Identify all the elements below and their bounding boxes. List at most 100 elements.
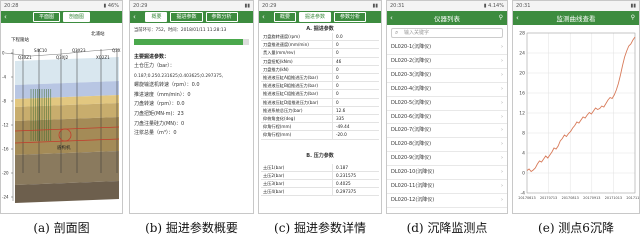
y-tick-label: 20: [519, 71, 525, 77]
list-item[interactable]: DL020-10(沉降仪) ›: [387, 166, 507, 181]
table-row: 土压2(bar) 0.231575: [261, 171, 379, 181]
back-icon[interactable]: ‹: [4, 11, 7, 23]
depth-tick-label: -20: [2, 171, 9, 176]
param-name: 土压2(bar): [261, 171, 333, 180]
back-icon[interactable]: ‹: [516, 12, 519, 24]
settlement-chart: 2824201612840-420170613 20170713 20170813 2…: [518, 31, 639, 201]
param-row: 推进速度（mm/min）：0: [134, 91, 191, 98]
progress-fill: [134, 39, 244, 45]
soil-layer: [15, 151, 119, 185]
param-list: 土仓压力（bar）： 0.187;0.250.231625;0.403625;0.…: [130, 62, 253, 139]
param-value: 0: [336, 66, 339, 72]
param-name: 贯入量(mm/rev): [261, 49, 333, 57]
list-item[interactable]: DL020-3(沉降仪) ›: [387, 69, 507, 83]
borehole-label: Q3X: [112, 48, 121, 53]
depth-tick-label: -24: [2, 195, 9, 200]
list-item[interactable]: DL020-5(沉降仪) ›: [387, 97, 507, 111]
instrument-name: DL020-11(沉降仪): [391, 183, 435, 190]
status-signal-icon: ▮▮: [372, 3, 378, 9]
param-name: 仰角行程(mm): [261, 123, 333, 131]
param-value: 0: [336, 83, 339, 89]
x-tick-label: 20170613: [518, 196, 535, 200]
param-name: 刀盘推力(kN): [261, 65, 333, 74]
table-row: 刀盘扭矩(kNm) 46: [261, 57, 379, 66]
table-row: 推进液压缸A组推进压力(bar) 0: [261, 74, 379, 83]
list-item[interactable]: DL020-12(沉降仪) ›: [387, 194, 507, 208]
y-tick-label: 12: [519, 111, 525, 117]
param-value: 0: [336, 91, 339, 97]
param-row: 刀盘扭矩(MN·m)：23: [134, 110, 184, 117]
y-tick-label: 24: [519, 51, 525, 57]
param-name: 刀盘推进速度(mm/min): [261, 41, 333, 49]
depth-tick-label: -4: [2, 75, 6, 80]
panel-curve: 20:31 ▮▮ ‹ 监测曲线查看 ⚲ 28 24 20 16 12 8 4 0 -4 20170…: [512, 0, 640, 214]
location-pin-icon[interactable]: ⚲: [499, 12, 503, 24]
status-bar: 20:28 ▮ 46%: [1, 1, 122, 11]
param-value: 46: [336, 58, 342, 64]
nav-bar: ‹ 概要 掘进参数 参数分析: [259, 11, 381, 23]
caption-c: (c) 掘进参数详情: [274, 221, 366, 235]
panel-instruments: 20:31 ▮ 4.14% ‹ 仪器列表 ⚲ ⌕ 输入关键字 DL020-1(沉…: [386, 0, 508, 214]
chevron-right-icon: ›: [501, 113, 503, 120]
tab-summary[interactable]: 概要: [273, 12, 296, 22]
y-tick-label: 0: [522, 171, 525, 177]
param-name: 推进液压缸A组推进压力(bar): [261, 74, 333, 82]
param-value: 335: [336, 116, 344, 122]
list-item[interactable]: DL020-4(沉降仪) ›: [387, 83, 507, 97]
tab-plan[interactable]: 平面图: [32, 12, 60, 22]
borehole-label: S4C10: [34, 48, 47, 53]
depth-tick-label: -12: [2, 123, 9, 128]
param-value: 0.297375: [336, 189, 356, 195]
y-tick-label: 8: [522, 131, 525, 137]
tab-params[interactable]: 掘进参数: [170, 12, 203, 22]
y-tick-label: 4: [522, 151, 525, 157]
list-item[interactable]: DL020-11(沉降仪) ›: [387, 180, 507, 194]
search-icon: ⌕: [395, 29, 399, 36]
param-value: 0.231575: [336, 172, 356, 178]
instrument-name: DL020-5(沉降仪): [391, 99, 432, 106]
location-pin-icon[interactable]: ⚲: [631, 12, 635, 24]
status-time: 20:31: [516, 3, 531, 9]
back-icon[interactable]: ‹: [133, 11, 136, 23]
table-row: 仰俯角变化(deg) 335: [261, 115, 379, 124]
list-item[interactable]: DL020-9(沉降仪) ›: [387, 152, 507, 167]
list-item[interactable]: DL020-2(沉降仪) ›: [387, 55, 507, 69]
status-bar: 20:29 ▮▮: [259, 1, 381, 11]
tab-analysis[interactable]: 参数分析: [334, 12, 367, 22]
chevron-right-icon: ›: [501, 169, 503, 176]
search-placeholder: 输入关键字: [404, 30, 430, 36]
list-item[interactable]: DL020-8(沉降仪) ›: [387, 138, 507, 153]
nav-bar: ‹ 平面图 剖面图: [1, 11, 122, 23]
table-row: 贯入量(mm/rev) 0: [261, 49, 379, 58]
section-title: 主要掘进参数：: [134, 54, 170, 60]
param-value: 12.6: [336, 107, 346, 113]
list-item[interactable]: DL020-6(沉降仪) ›: [387, 111, 507, 125]
status-bar: 20:31 ▮▮: [513, 1, 639, 11]
tab-profile[interactable]: 剖面图: [63, 12, 91, 22]
tab-analysis[interactable]: 参数分析: [205, 12, 238, 22]
status-bar: 20:29 ▮▮: [130, 1, 253, 11]
list-item[interactable]: DL020-1(沉降仪) ›: [387, 41, 507, 55]
param-value: -49.44: [336, 124, 350, 130]
tab-summary[interactable]: 概要: [145, 12, 168, 22]
param-row: 土仓压力（bar）：: [134, 63, 175, 69]
param-value: -20.0: [336, 132, 347, 138]
param-value: 0: [336, 50, 339, 56]
list-item[interactable]: DL020-7(沉降仪) ›: [387, 124, 507, 139]
caption-d: (d) 沉降监测点: [406, 221, 488, 235]
status-time: 20:29: [133, 3, 148, 9]
param-name: 土压1(bar): [261, 163, 333, 171]
param-name: 推进液压缸C组推进压力(bar): [261, 90, 333, 98]
chevron-right-icon: ›: [501, 183, 503, 190]
table-row: 土压3(bar) 0.4025: [261, 180, 379, 189]
search-input[interactable]: ⌕ 输入关键字: [391, 28, 503, 38]
depth-tick-label: 0: [2, 51, 5, 56]
x-tick-label: 20171013: [605, 196, 622, 200]
back-icon[interactable]: ‹: [262, 11, 265, 23]
instrument-name: DL020-3(沉降仪): [391, 71, 432, 78]
instrument-name: DL020-9(沉降仪): [391, 155, 432, 162]
back-icon[interactable]: ‹: [390, 12, 393, 24]
tab-params[interactable]: 掘进参数: [298, 12, 331, 22]
param-name: 推进液压缸B组推进压力(bar): [261, 82, 333, 90]
param-table-a: 刀盘旋转速度(rpm) 0.0 刀盘推进速度(mm/min) 0 贯入量(mm/rev)…: [259, 33, 381, 140]
